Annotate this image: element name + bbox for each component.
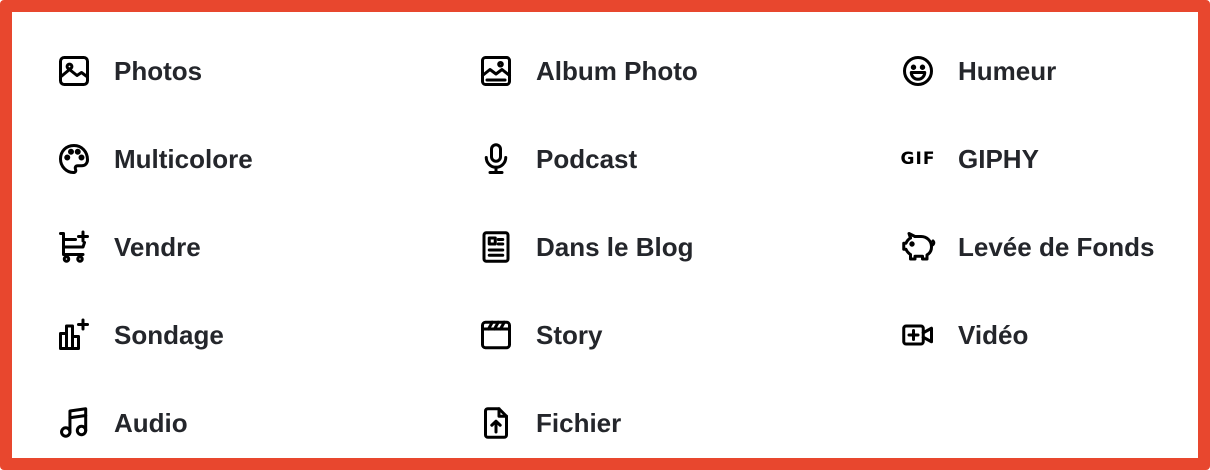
music-note-icon [56,405,92,441]
menu-item-label: Sondage [114,319,224,350]
post-type-menu: Photos Album Photo Humeur Multicolore Po… [0,0,1210,470]
menu-item-label: GIPHY [958,143,1039,174]
menu-item-humeur[interactable]: Humeur [900,43,1056,99]
menu-item-album-photo[interactable]: Album Photo [478,43,698,99]
menu-item-fichier[interactable]: Fichier [478,395,621,451]
menu-item-multicolore[interactable]: Multicolore [56,131,253,187]
menu-item-label: Vidéo [958,319,1029,350]
file-upload-icon [478,405,514,441]
menu-item-label: Multicolore [114,143,253,174]
menu-item-label: Podcast [536,143,638,174]
clapperboard-icon [478,317,514,353]
menu-item-label: Levée de Fonds [958,231,1155,262]
menu-item-label: Dans le Blog [536,231,694,262]
shopping-cart-add-icon [56,229,92,265]
menu-item-vendre[interactable]: Vendre [56,219,201,275]
piggy-bank-icon [900,229,936,265]
microphone-icon [478,141,514,177]
menu-item-levee-de-fonds[interactable]: Levée de Fonds [900,219,1155,275]
menu-item-label: Humeur [958,55,1057,86]
menu-item-audio[interactable]: Audio [56,395,188,451]
menu-item-label: Audio [114,407,188,438]
menu-item-label: Story [536,319,603,350]
menu-item-video[interactable]: Vidéo [900,307,1028,363]
menu-item-photos[interactable]: Photos [56,43,202,99]
photo-icon [56,53,92,89]
article-icon [478,229,514,265]
menu-item-story[interactable]: Story [478,307,602,363]
menu-item-sondage[interactable]: Sondage [56,307,224,363]
menu-item-label: Fichier [536,407,622,438]
menu-item-giphy[interactable]: GIF GIPHY [900,131,1039,187]
video-add-icon [900,317,936,353]
menu-item-podcast[interactable]: Podcast [478,131,637,187]
post-type-grid: Photos Album Photo Humeur Multicolore Po… [12,12,1198,458]
smiley-icon [900,53,936,89]
menu-item-label: Photos [114,55,203,86]
menu-item-dans-le-blog[interactable]: Dans le Blog [478,219,693,275]
poll-add-icon [56,317,92,353]
photo-album-icon [478,53,514,89]
palette-icon [56,141,92,177]
menu-item-label: Album Photo [536,55,698,86]
menu-item-label: Vendre [114,231,201,262]
gif-icon: GIF [900,149,936,169]
